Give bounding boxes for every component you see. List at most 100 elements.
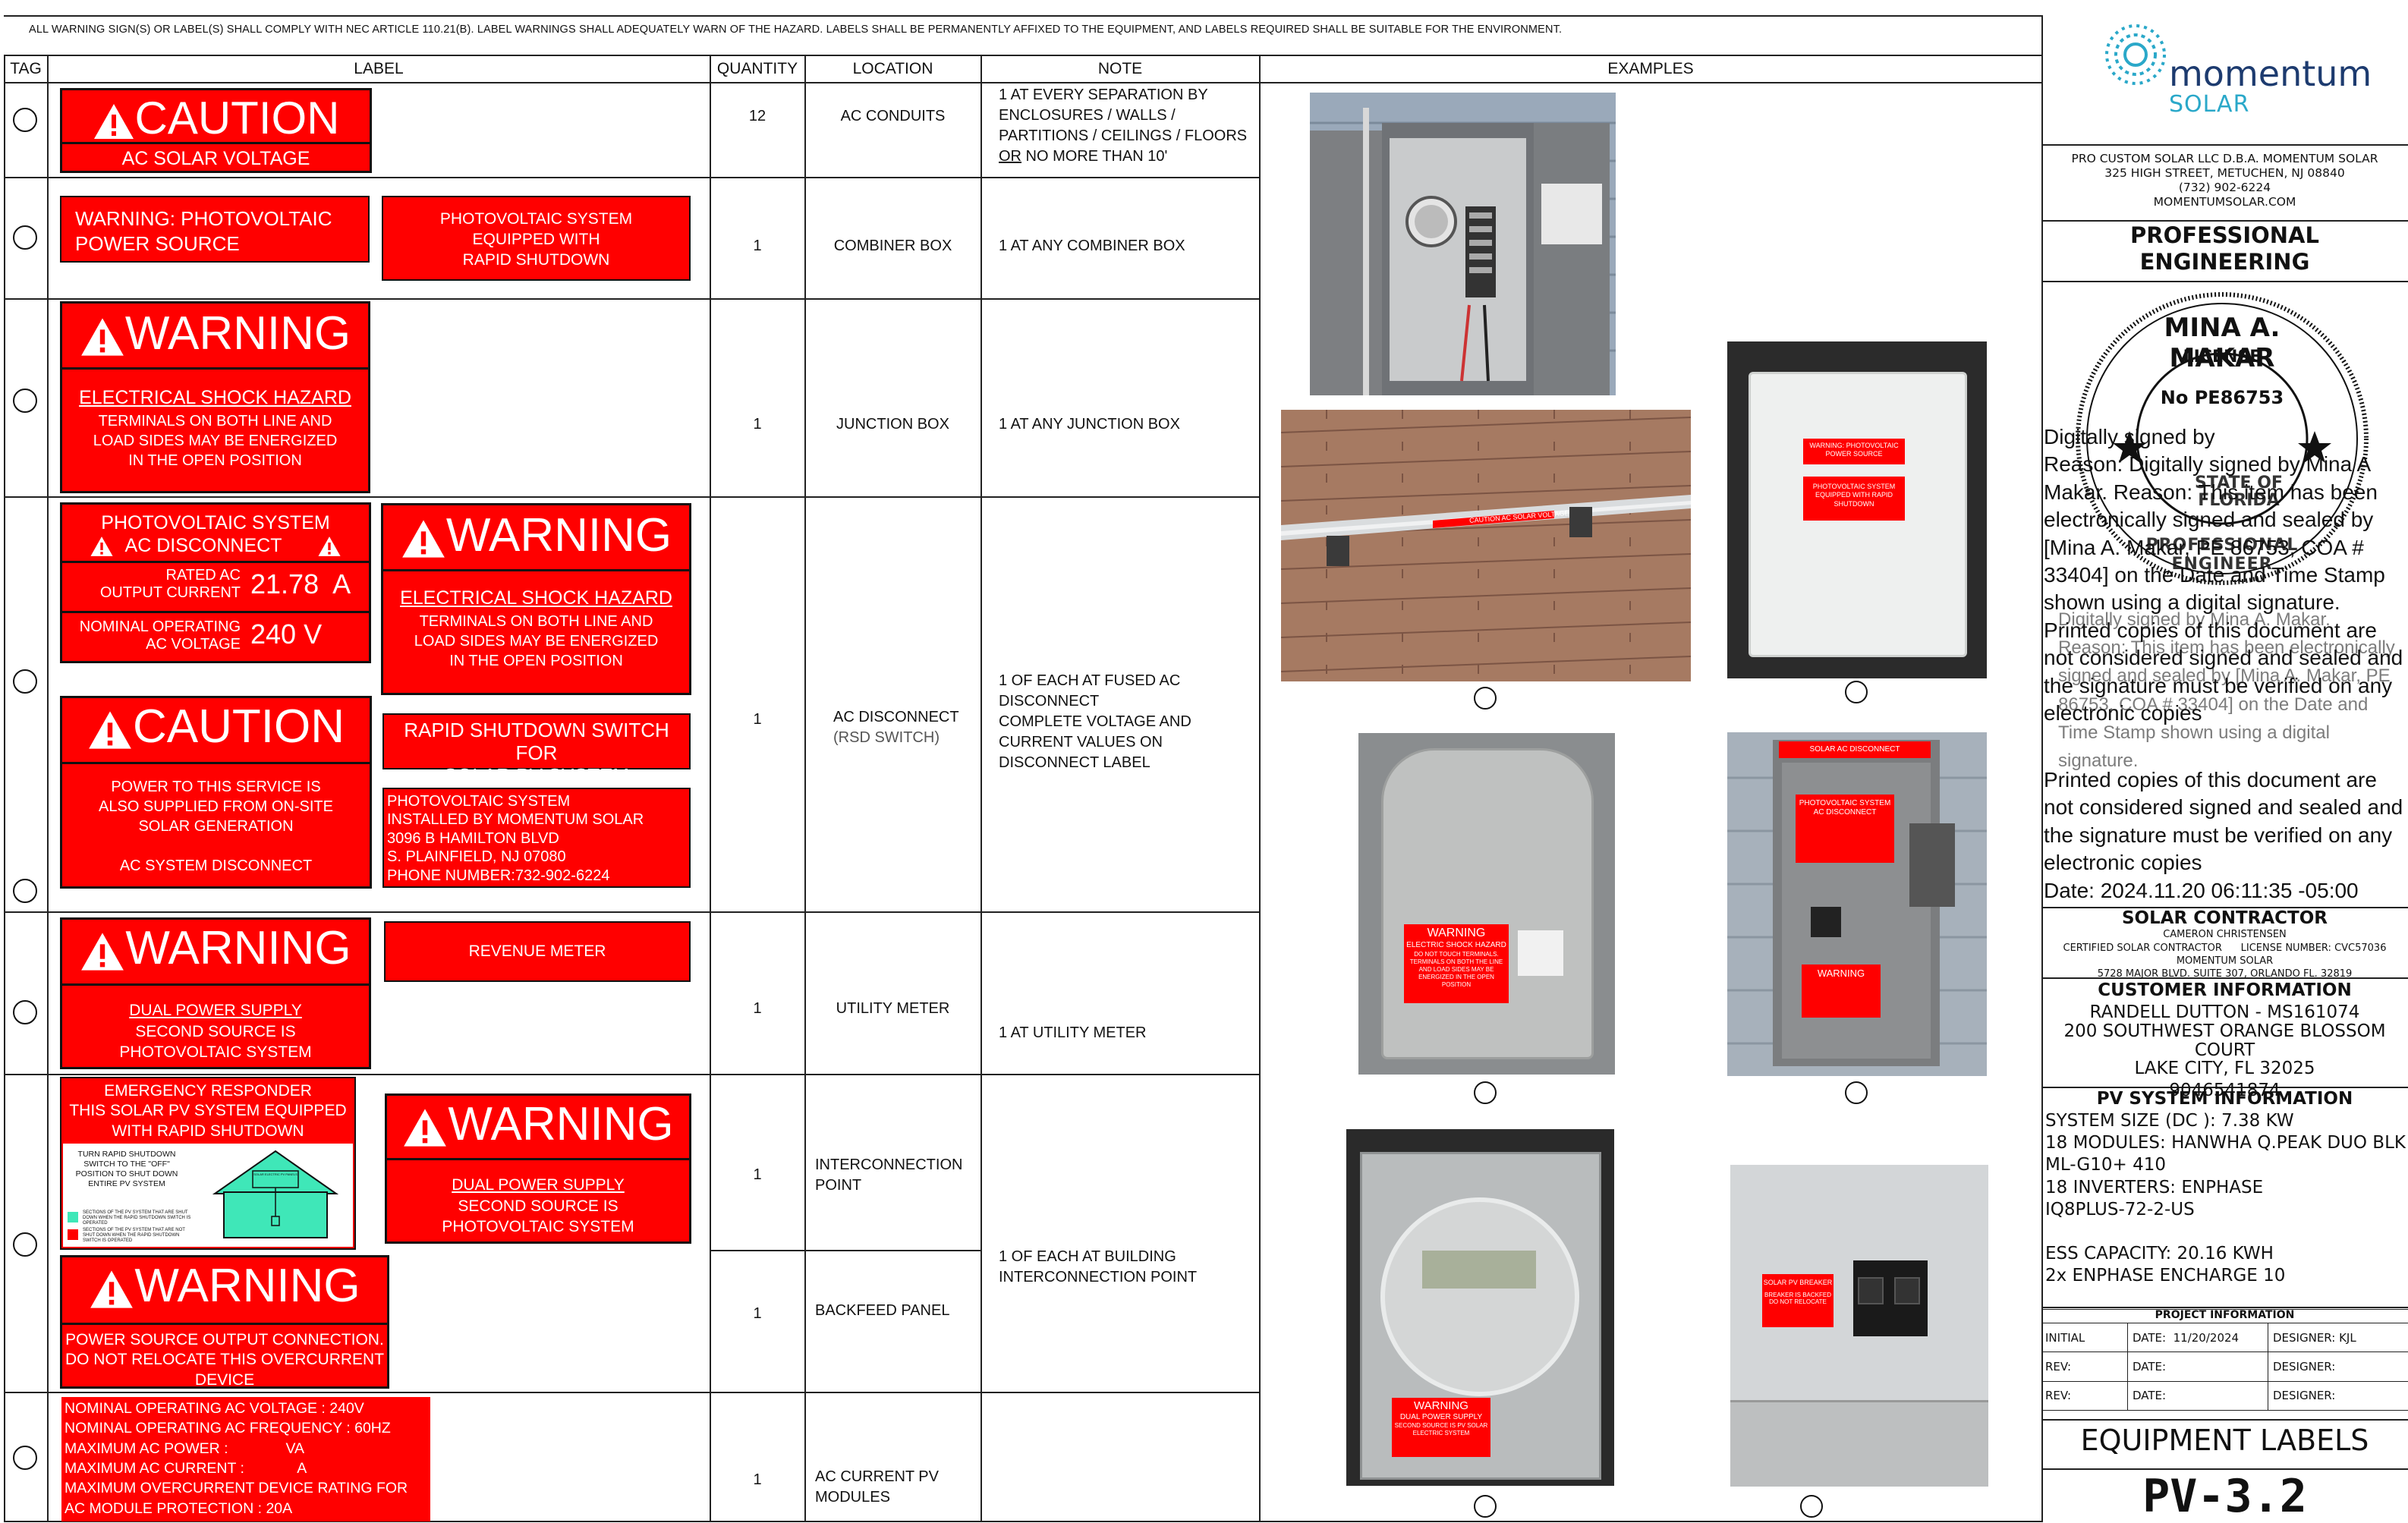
qty-r6: 1	[753, 1166, 762, 1183]
brand-sub: SOLAR	[2169, 91, 2250, 118]
drawing-sheet: ALL WARNING SIGN(S) OR LABEL(S) SHALL CO…	[0, 0, 2408, 1523]
label-caution-ac-solar: CAUTION AC SOLAR VOLTAGE	[60, 88, 372, 173]
legend-red-swatch	[68, 1229, 78, 1240]
warning-triangle-icon	[90, 537, 113, 557]
photo-meter-panel	[1310, 93, 1616, 395]
rated-ac-value: 21.78 A	[250, 568, 351, 599]
rev-designer-1: DESIGNER:	[2273, 1360, 2336, 1374]
brand-name: momentum	[2169, 53, 2372, 94]
example-circle-switch	[1845, 1081, 1868, 1104]
tag-circle-2	[13, 225, 37, 250]
warning-triangle-icon	[80, 317, 124, 356]
digital-signature-tail: Printed copies of this document are not …	[2044, 768, 2403, 902]
note-r4: 1 OF EACH AT FUSED AC DISCONNECT COMPLET…	[999, 672, 1191, 771]
label-pv-power-source: WARNING: PHOTOVOLTAIC POWER SOURCE	[60, 196, 370, 263]
label-warning-dual-power-1: WARNING DUAL POWER SUPPLY SECOND SOURCE …	[60, 917, 371, 1069]
example-circle-junction	[1845, 681, 1868, 703]
loc-r4-sub: (RSD SWITCH)	[833, 729, 940, 746]
qty-r4: 1	[753, 711, 762, 728]
qty-r3: 1	[753, 416, 762, 433]
label-installed-by: PHOTOVOLTAIC SYSTEM INSTALLED BY MOMENTU…	[382, 788, 691, 888]
house-diagram-icon	[212, 1150, 339, 1238]
example-circle-breaker	[1800, 1495, 1823, 1518]
col-header-location: LOCATION	[852, 60, 933, 77]
digital-signature: Digitally signed by Reason: Digitally si…	[2044, 425, 2403, 725]
col-header-label: LABEL	[354, 60, 404, 77]
photo-junction-box: WARNING: PHOTOVOLTAIC POWER SOURCE PHOTO…	[1727, 341, 1987, 678]
warning-triangle-icon	[89, 710, 131, 749]
photo-disconnect-switch: SOLAR AC DISCONNECT PHOTOVOLTAIC SYSTEM …	[1727, 732, 1987, 1076]
tag-circle-3	[13, 389, 37, 413]
loc-r6: INTERCONNECTION POINT	[815, 1156, 963, 1194]
contractor-name: CAMERON CHRISTENSEN	[2163, 929, 2287, 940]
rev-date-2: DATE:	[2133, 1389, 2167, 1402]
seal-license: LICENSE	[2183, 348, 2262, 367]
company-info: PRO CUSTOM SOLAR LLC D.B.A. MOMENTUM SOL…	[2071, 152, 2378, 209]
example-circle-disconnect	[1474, 1081, 1497, 1104]
label-warning-shock-hazard-2: WARNING ELECTRICAL SHOCK HAZARD TERMINAL…	[381, 503, 691, 695]
warning-triangle-icon	[81, 932, 124, 971]
rev-label-1: REV:	[2045, 1360, 2071, 1374]
label-pv-rapid-shutdown: PHOTOVOLTAIC SYSTEM EQUIPPED WITH RAPID …	[382, 196, 691, 281]
photo-utility-meter: WARNING DUAL POWER SUPPLY SECOND SOURCE …	[1346, 1129, 1614, 1486]
col-header-note: NOTE	[1097, 60, 1143, 77]
photo-roof-conduit: CAUTION AC SOLAR VOLTAGE	[1281, 410, 1691, 681]
col-header-quantity: QUANTITY	[716, 60, 798, 77]
legend-green-swatch	[68, 1212, 78, 1222]
loc-r7: BACKFEED PANEL	[815, 1302, 950, 1319]
note-r6: 1 OF EACH AT BUILDING INTERCONNECTION PO…	[999, 1248, 1198, 1285]
nec-notice: ALL WARNING SIGN(S) OR LABEL(S) SHALL CO…	[29, 24, 1563, 36]
note-r5: 1 AT UTILITY METER	[999, 1024, 1147, 1041]
label-module-ratings: NOMINAL OPERATING AC VOLTAGE : 240V NOMI…	[61, 1397, 430, 1521]
ac-solar-voltage-text: AC SOLAR VOLTAGE	[121, 148, 310, 169]
pv-info: SYSTEM SIZE (DC ): 7.38 KW 18 MODULES: H…	[2045, 1111, 2406, 1286]
label-warning-dual-power-2: WARNING DUAL POWER SUPPLY SECOND SOURCE …	[385, 1093, 691, 1244]
loc-r1: AC CONDUITS	[840, 108, 946, 124]
project-info-heading: PROJECT INFORMATION	[2155, 1309, 2295, 1321]
sheet-title: EQUIPMENT LABELS	[2080, 1424, 2369, 1457]
tag-circle-5	[13, 1000, 37, 1024]
label-revenue-meter: REVENUE METER	[384, 921, 691, 982]
example-circle-meter	[1474, 1495, 1497, 1518]
loc-r3: JUNCTION BOX	[836, 416, 949, 433]
contractor-heading: SOLAR CONTRACTOR	[2121, 908, 2328, 928]
label-emergency-responder: EMERGENCY RESPONDER THIS SOLAR PV SYSTEM…	[60, 1077, 356, 1250]
label-warning-output-connection: WARNING POWER SOURCE OUTPUT CONNECTION. …	[60, 1255, 389, 1389]
contractor-license: CERTIFIED SOLAR CONTRACTOR LICENSE NUMBE…	[2063, 942, 2387, 954]
warning-triangle-icon	[401, 519, 445, 558]
qty-r7: 1	[753, 1305, 762, 1322]
loc-r2: COMBINER BOX	[833, 238, 952, 254]
warning-triangle-icon	[318, 537, 341, 557]
col-header-examples: EXAMPLES	[1607, 60, 1694, 77]
qty-r5: 1	[753, 1000, 762, 1017]
loc-r4: AC DISCONNECT	[833, 709, 959, 725]
customer-heading: CUSTOMER INFORMATION	[2098, 980, 2352, 1000]
warning-triangle-icon	[90, 1270, 134, 1308]
emergency-diagram: TURN RAPID SHUTDOWN SWITCH TO THE "OFF" …	[63, 1144, 353, 1247]
label-warning-shock-hazard-1: WARNING ELECTRICAL SHOCK HAZARD TERMINAL…	[60, 301, 370, 493]
tag-circle-1	[13, 108, 37, 132]
loc-r5: UTILITY METER	[836, 1000, 950, 1017]
seal-number: No PE86753	[2160, 387, 2284, 408]
warning-triangle-icon	[93, 104, 134, 140]
momentum-logo-icon	[2105, 24, 2166, 85]
col-header-tag: TAG	[10, 60, 42, 77]
label-caution-power-service: CAUTION POWER TO THIS SERVICE IS ALSO SU…	[60, 696, 372, 889]
nominal-voltage-value: 240 V	[250, 618, 323, 650]
note-r3: 1 AT ANY JUNCTION BOX	[999, 416, 1180, 433]
photo-backfeed-panel: SOLAR PV BREAKER BREAKER IS BACKFED DO N…	[1730, 1165, 1988, 1487]
contractor-address: 5728 MAJOR BLVD. SUITE 307, ORLANDO FL. …	[2097, 968, 2353, 980]
contractor-company: MOMENTUM SOLAR	[2176, 955, 2274, 967]
note-r1: 1 AT EVERY SEPARATION BY ENCLOSURES / WA…	[999, 87, 1248, 165]
loc-r8: AC CURRENT PV MODULES	[815, 1468, 939, 1506]
pe-heading: PROFESSIONAL ENGINEERING	[2130, 222, 2319, 275]
initial-date: DATE: 11/20/2024	[2133, 1331, 2240, 1345]
label-rsd-switch: RAPID SHUTDOWN SWITCH FOR SOLAR PV SYSTE…	[382, 713, 691, 787]
sheet-number: PV-3.2	[2142, 1470, 2307, 1523]
qty-r8: 1	[753, 1471, 762, 1488]
tag-circle-4a	[13, 669, 37, 694]
rev-label-2: REV:	[2045, 1389, 2071, 1402]
rev-date-1: DATE:	[2133, 1360, 2167, 1374]
photo-ac-disconnect: WARNING ELECTRIC SHOCK HAZARD DO NOT TOU…	[1358, 733, 1615, 1075]
rev-designer-2: DESIGNER:	[2273, 1389, 2336, 1402]
